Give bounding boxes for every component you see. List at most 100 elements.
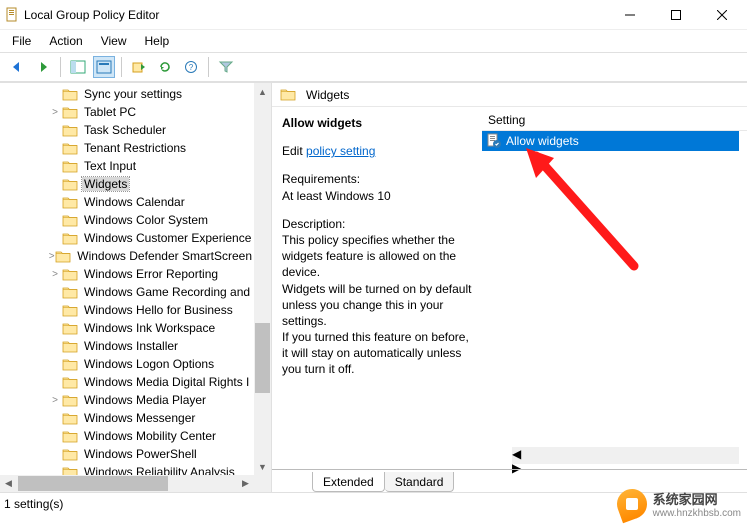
folder-icon — [62, 178, 78, 191]
tree-item-label: Windows Media Player — [82, 393, 208, 407]
details-header: Widgets — [272, 83, 747, 107]
folder-icon — [62, 412, 78, 425]
details-pane: Widgets Allow widgets Edit policy settin… — [272, 83, 747, 492]
watermark: 系统家园网 www.hnzkhbsb.com — [617, 489, 741, 519]
maximize-button[interactable] — [653, 0, 699, 30]
watermark-icon — [612, 485, 650, 523]
expand-icon[interactable]: > — [48, 269, 62, 280]
svg-text:?: ? — [189, 63, 194, 72]
tree-horizontal-scrollbar[interactable]: ◀ ▶ — [0, 475, 254, 492]
minimize-button[interactable] — [607, 0, 653, 30]
tree-item-label: Widgets — [82, 177, 129, 191]
folder-icon — [62, 196, 78, 209]
requirements-label: Requirements: — [282, 171, 472, 187]
tree-item[interactable]: Windows Hello for Business — [0, 301, 254, 319]
tree-item-label: Text Input — [82, 159, 138, 173]
folder-icon — [55, 250, 71, 263]
tree-item[interactable]: Windows Mobility Center — [0, 427, 254, 445]
view-tabs: Extended Standard — [272, 468, 454, 492]
watermark-name: 系统家园网 — [653, 492, 718, 507]
tree-item[interactable]: Windows Game Recording and — [0, 283, 254, 301]
tree-item[interactable]: Widgets — [0, 175, 254, 193]
selected-policy-title: Allow widgets — [282, 115, 472, 131]
workarea: Sync your settings > Tablet PC Task Schedul… — [0, 82, 747, 492]
tree-item[interactable]: Windows Logon Options — [0, 355, 254, 373]
tree-item[interactable]: > Tablet PC — [0, 103, 254, 121]
tree-item-label: Windows Logon Options — [82, 357, 216, 371]
tree-item[interactable]: Windows Media Digital Rights I — [0, 373, 254, 391]
forward-button[interactable] — [32, 56, 54, 78]
folder-icon — [62, 358, 78, 371]
tree-item-label: Sync your settings — [82, 87, 184, 101]
folder-icon — [62, 430, 78, 443]
menu-bar: File Action View Help — [0, 30, 747, 52]
settings-horizontal-scrollbar[interactable]: ◀ ▶ — [512, 447, 739, 464]
tree-item[interactable]: Tenant Restrictions — [0, 139, 254, 157]
tree-item-label: Windows Ink Workspace — [82, 321, 217, 335]
app-icon — [2, 7, 24, 23]
tree-item-label: Windows PowerShell — [82, 447, 199, 461]
tree-item-label: Windows Error Reporting — [82, 267, 220, 281]
tree-item-label: Tablet PC — [82, 105, 138, 119]
toolbar: ? — [0, 52, 747, 82]
details-category-title: Widgets — [306, 88, 349, 102]
folder-icon — [62, 232, 78, 245]
tree-item[interactable]: Windows Color System — [0, 211, 254, 229]
title-bar: Local Group Policy Editor — [0, 0, 747, 30]
status-text: 1 setting(s) — [4, 497, 63, 511]
tree-item[interactable]: Windows Messenger — [0, 409, 254, 427]
tree-item-label: Windows Media Digital Rights I — [82, 375, 251, 389]
show-hide-tree-button[interactable] — [67, 56, 89, 78]
folder-icon — [62, 304, 78, 317]
tree-list[interactable]: Sync your settings > Tablet PC Task Schedul… — [0, 85, 254, 475]
tree-item-label: Windows Mobility Center — [82, 429, 218, 443]
tree-item[interactable]: Windows Ink Workspace — [0, 319, 254, 337]
expand-icon[interactable]: > — [48, 395, 62, 406]
tree-item[interactable]: Text Input — [0, 157, 254, 175]
tree-item[interactable]: > Windows Media Player — [0, 391, 254, 409]
folder-icon — [62, 106, 78, 119]
export-button[interactable] — [128, 56, 150, 78]
refresh-button[interactable] — [154, 56, 176, 78]
folder-icon — [62, 88, 78, 101]
requirements-text: At least Windows 10 — [282, 188, 472, 204]
menu-view[interactable]: View — [93, 32, 135, 50]
settings-column: Setting Allow widgets ◀ ▶ — [482, 107, 747, 492]
help-button[interactable]: ? — [180, 56, 202, 78]
menu-help[interactable]: Help — [137, 32, 178, 50]
settings-column-header[interactable]: Setting — [482, 109, 747, 131]
back-button[interactable] — [6, 56, 28, 78]
settings-row-selected[interactable]: Allow widgets — [482, 131, 739, 151]
folder-icon — [62, 448, 78, 461]
tree-item[interactable]: Windows Installer — [0, 337, 254, 355]
tree-item-label: Windows Hello for Business — [82, 303, 235, 317]
tree-vertical-scrollbar[interactable]: ▲ ▼ — [254, 83, 271, 475]
tree-item[interactable]: Task Scheduler — [0, 121, 254, 139]
tree-item-label: Windows Game Recording and — [82, 285, 252, 299]
menu-file[interactable]: File — [4, 32, 39, 50]
tree-item[interactable]: > Windows Error Reporting — [0, 265, 254, 283]
filter-button[interactable] — [215, 56, 237, 78]
tab-extended[interactable]: Extended — [312, 472, 385, 492]
description-column: Allow widgets Edit policy setting Requir… — [272, 107, 482, 492]
expand-icon[interactable]: > — [48, 251, 55, 262]
expand-icon[interactable]: > — [48, 107, 62, 118]
tree-item[interactable]: >Windows Defender SmartScreen — [0, 247, 254, 265]
folder-icon — [62, 394, 78, 407]
tree-item-label: Windows Calendar — [82, 195, 187, 209]
tree-item[interactable]: Windows Reliability Analysis — [0, 463, 254, 475]
tab-standard[interactable]: Standard — [385, 472, 455, 492]
folder-icon — [62, 340, 78, 353]
tree-item[interactable]: Sync your settings — [0, 85, 254, 103]
tree-item-label: Windows Installer — [82, 339, 180, 353]
edit-policy-link[interactable]: policy setting — [306, 144, 375, 158]
tree-item[interactable]: Windows PowerShell — [0, 445, 254, 463]
tree-item[interactable]: Windows Customer Experience — [0, 229, 254, 247]
close-button[interactable] — [699, 0, 745, 30]
highlighted-toolbar-button[interactable] — [93, 56, 115, 78]
tree-item[interactable]: Windows Calendar — [0, 193, 254, 211]
folder-icon — [62, 124, 78, 137]
folder-icon — [62, 142, 78, 155]
folder-icon — [62, 214, 78, 227]
menu-action[interactable]: Action — [41, 32, 90, 50]
